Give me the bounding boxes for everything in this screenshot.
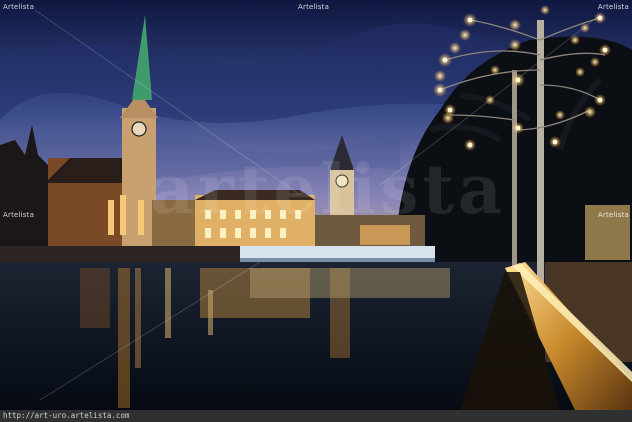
photo-frame: artelista Artelista Artelista Artelista … [0,0,632,422]
watermark-top-right: Artelista [597,3,629,11]
watermark-mid-left: Artelista [3,211,35,219]
lamp-post-2 [512,70,517,280]
center-watermark-logo: artelista [150,150,506,230]
watermark-mid-right: Artelista [597,211,629,219]
church-clock [131,121,147,137]
watermark-top-left: Artelista [3,3,35,11]
watermark-top-center: Artelista [298,3,330,11]
footer-bar: http://art-uro.artelista.com [0,410,632,422]
footer-url-link[interactable]: http://art-uro.artelista.com [3,411,129,420]
bridge [235,246,435,260]
church-window [138,200,144,235]
church-window [108,200,114,235]
quay [0,246,240,264]
church-window [120,195,126,235]
